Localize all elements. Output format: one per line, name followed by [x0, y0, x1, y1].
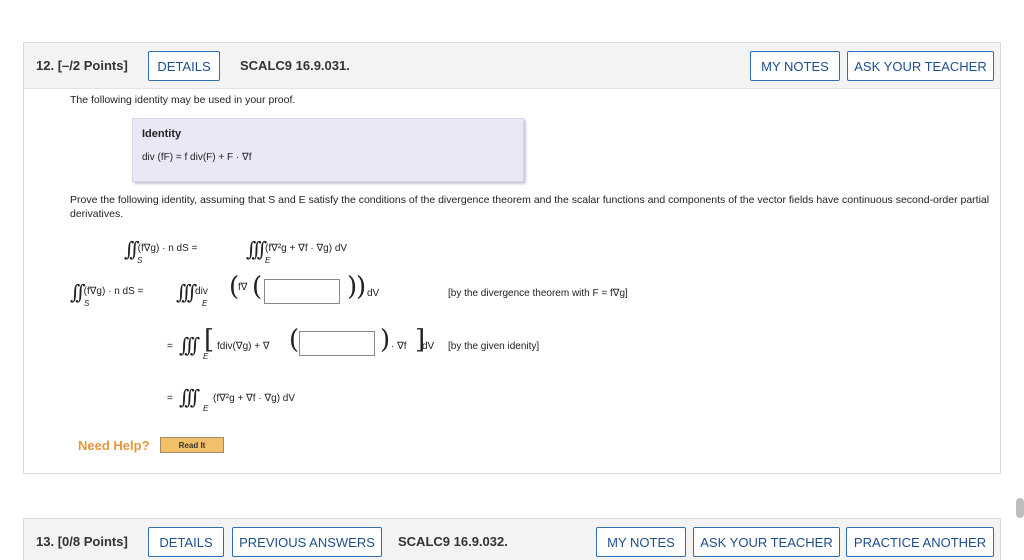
step1-lhs: ∫∫ (f∇g) · n dS =: [70, 280, 143, 304]
main-identity-rhs: ∫∫∫ (f∇²g + ∇f · ∇g) dV: [246, 237, 347, 261]
double-integral-symbol: ∫∫: [124, 237, 140, 261]
identity-formula: div (fF) = f div(F) + F · ∇f: [142, 152, 252, 163]
question-points: [0/8 Points]: [57, 534, 128, 549]
step2-integral: ∫∫∫: [179, 333, 200, 357]
right-paren: ): [356, 272, 367, 302]
step1-dv: dV: [367, 288, 380, 299]
details-button[interactable]: DETAILS: [148, 527, 224, 557]
step2-inner: fdiv(∇g) + ∇: [217, 341, 270, 352]
intro-text: The following identity may be used in yo…: [70, 94, 296, 106]
main-identity-right: (f∇²g + ∇f · ∇g) dV: [265, 243, 348, 254]
step2-tail: · ∇f: [391, 341, 407, 352]
step1-justification: [by the divergence theorem with F = f∇g]: [448, 288, 628, 299]
question-number: 13.: [36, 534, 55, 549]
my-notes-button[interactable]: MY NOTES: [750, 51, 840, 81]
practice-another-button[interactable]: PRACTICE ANOTHER: [846, 527, 994, 557]
question-header: 12. [–/2 Points] DETAILS SCALC9 16.9.031…: [24, 43, 1000, 89]
question-card-13: 13. [0/8 Points] DETAILS PREVIOUS ANSWER…: [23, 518, 1001, 560]
question-code: SCALC9 16.9.031.: [240, 58, 350, 73]
step1-left: (f∇g) · n dS =: [83, 286, 144, 297]
details-button[interactable]: DETAILS: [148, 51, 220, 81]
my-notes-button[interactable]: MY NOTES: [596, 527, 686, 557]
equals-sign: =: [167, 341, 173, 352]
step1-fnabla: f∇: [238, 282, 248, 293]
subscript-e: E: [203, 404, 209, 413]
subscript-s: S: [84, 299, 90, 308]
read-it-button[interactable]: Read It: [160, 437, 224, 453]
main-identity-left: (f∇g) · n dS =: [137, 243, 198, 254]
question-card-12: 12. [–/2 Points] DETAILS SCALC9 16.9.031…: [23, 42, 1001, 474]
question-number-points: 12. [–/2 Points]: [36, 58, 128, 73]
left-paren: (: [289, 325, 300, 355]
step2-dv: dV: [422, 341, 435, 352]
triple-integral-symbol: ∫∫∫: [176, 280, 197, 304]
question-points: [–/2 Points]: [57, 58, 128, 73]
answer-input-1[interactable]: [264, 279, 340, 304]
identity-box: Identity div (fF) = f div(F) + F · ∇f: [132, 118, 524, 182]
main-identity: ∫∫ (f∇g) · n dS =: [124, 237, 197, 261]
triple-integral-symbol: ∫∫∫: [179, 333, 200, 357]
triple-integral-symbol: ∫∫∫: [179, 385, 200, 409]
scrollbar-thumb[interactable]: [1016, 498, 1024, 518]
double-integral-symbol: ∫∫: [70, 280, 86, 304]
question-header: 13. [0/8 Points] DETAILS PREVIOUS ANSWER…: [24, 519, 1000, 560]
subscript-s: S: [137, 256, 143, 265]
need-help-label: Need Help?: [78, 438, 150, 453]
subscript-e: E: [202, 299, 208, 308]
prove-instructions: Prove the following identity, assuming t…: [70, 194, 990, 220]
ask-your-teacher-button[interactable]: ASK YOUR TEACHER: [847, 51, 994, 81]
step2-justification: [by the given idenity]: [448, 341, 540, 352]
question-code: SCALC9 16.9.032.: [398, 534, 508, 549]
right-paren: ): [380, 325, 391, 355]
question-number: 12.: [36, 58, 55, 73]
identity-title: Identity: [142, 128, 182, 140]
subscript-e: E: [265, 256, 271, 265]
left-paren: (: [252, 272, 263, 302]
step1-div: div: [195, 286, 208, 297]
ask-your-teacher-button[interactable]: ASK YOUR TEACHER: [693, 527, 840, 557]
equals-sign: =: [167, 393, 173, 404]
left-bracket: [: [204, 325, 215, 355]
previous-answers-button[interactable]: PREVIOUS ANSWERS: [232, 527, 382, 557]
step3-expr: (f∇²g + ∇f · ∇g) dV: [213, 393, 296, 404]
step3-integral: ∫∫∫: [179, 385, 200, 409]
question-number-points: 13. [0/8 Points]: [36, 534, 128, 549]
triple-integral-symbol: ∫∫∫: [246, 237, 267, 261]
answer-input-2[interactable]: [299, 331, 375, 356]
